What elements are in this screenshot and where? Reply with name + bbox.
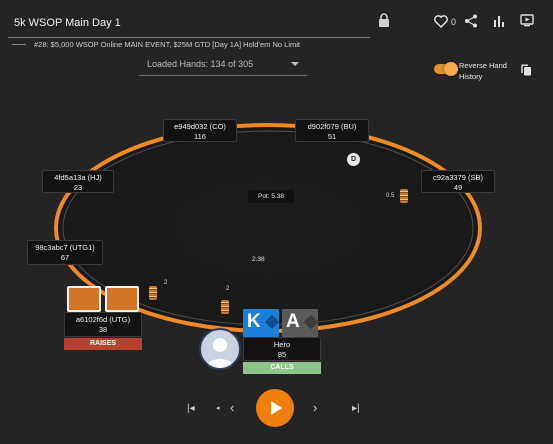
play-icon xyxy=(271,401,282,415)
seat-utg[interactable]: a6102f6d (UTG) 38 xyxy=(64,312,142,337)
seat-name: Hero xyxy=(273,340,291,349)
tournament-subtitle: #28: $5,000 WSOP Online MAIN EVENT, $25M… xyxy=(34,40,300,49)
seat-hj[interactable]: 4fd5a13a (HJ) 23 xyxy=(42,170,114,193)
seat-hero[interactable]: Hero 85 xyxy=(243,337,321,361)
copy-icon[interactable] xyxy=(521,64,532,76)
pot-display: Pot: 5.38 xyxy=(248,190,294,203)
center-bet-amount: 2.38 xyxy=(252,256,265,263)
last-hand-button[interactable]: ▸| xyxy=(352,403,360,415)
reverse-label-line2: History xyxy=(459,72,483,81)
seat-stack: 116 xyxy=(194,132,206,141)
title-field[interactable]: 5k WSOP Main Day 1 xyxy=(8,10,370,38)
next-action-button[interactable]: › xyxy=(313,401,317,414)
like-count: 0 xyxy=(451,17,457,27)
prev-action-button[interactable]: ‹ xyxy=(230,401,234,414)
reverse-hand-history-label: Reverse Hand History xyxy=(459,60,519,82)
share-icon[interactable] xyxy=(464,14,478,28)
action-badge-raises: RAISES xyxy=(64,338,142,350)
hero-card-king-diamonds: K xyxy=(243,309,279,337)
bet-hero: 2 xyxy=(226,286,230,292)
video-icon[interactable] xyxy=(520,14,534,27)
seat-stack: 85 xyxy=(277,350,287,359)
play-button[interactable] xyxy=(256,389,294,427)
bet-sb: 0.5 xyxy=(386,193,395,199)
first-hand-button[interactable]: |◂ xyxy=(187,403,195,415)
seat-bu[interactable]: d902f079 (BU) 51 xyxy=(295,119,369,142)
chip-stack-icon xyxy=(400,189,408,203)
dealer-button: D xyxy=(347,153,360,166)
seat-sb[interactable]: c92a3379 (SB) 49 xyxy=(421,170,495,193)
seat-stack: 38 xyxy=(98,325,108,334)
chip-stack-icon xyxy=(149,286,157,300)
loaded-hands-label: Loaded Hands: 134 of 305 xyxy=(147,59,254,69)
seat-name: c92a3379 (SB) xyxy=(432,173,484,182)
stats-icon[interactable] xyxy=(493,15,505,27)
seat-co[interactable]: e949d032 (CO) 116 xyxy=(163,119,237,142)
seat-stack: 23 xyxy=(73,183,83,192)
card-back xyxy=(105,286,139,312)
loaded-hands-select[interactable]: Loaded Hands: 134 of 305 xyxy=(139,54,307,76)
seat-stack: 67 xyxy=(60,253,70,262)
seat-stack: 51 xyxy=(327,132,337,141)
heart-icon[interactable] xyxy=(434,15,448,28)
seat-name: 98c3abc7 (UTG1) xyxy=(35,243,95,252)
hero-avatar xyxy=(199,328,241,370)
card-rank: A xyxy=(286,311,300,332)
avatar-icon xyxy=(207,338,233,368)
session-title: 5k WSOP Main Day 1 xyxy=(14,17,121,29)
prev-street-button[interactable]: ◂ xyxy=(216,403,220,415)
action-badge-calls: CALLS xyxy=(243,362,321,374)
lock-icon[interactable] xyxy=(378,13,390,27)
seat-name: d902f079 (BU) xyxy=(307,122,357,131)
chevron-down-icon xyxy=(291,62,299,66)
bet-utg: 2 xyxy=(164,280,168,286)
seat-name: a6102f6d (UTG) xyxy=(75,315,131,324)
card-back xyxy=(67,286,101,312)
hero-card-ace-spades: A xyxy=(282,309,318,337)
card-rank: K xyxy=(247,311,261,332)
seat-name: 4fd5a13a (HJ) xyxy=(54,173,102,182)
seat-name: e949d032 (CO) xyxy=(174,122,226,131)
toggle-knob xyxy=(444,62,458,76)
reverse-hand-history-toggle[interactable] xyxy=(434,62,458,76)
seat-stack: 49 xyxy=(453,183,463,192)
reverse-label-line1: Reverse Hand xyxy=(459,61,507,70)
seat-utg1[interactable]: 98c3abc7 (UTG1) 67 xyxy=(27,240,103,265)
chip-stack-icon xyxy=(221,300,229,314)
subtitle-divider xyxy=(12,44,26,45)
